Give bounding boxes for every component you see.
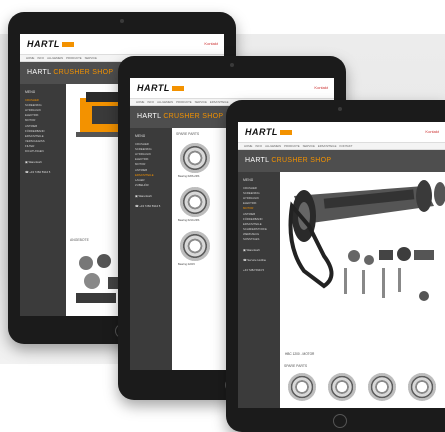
tablet-front: HARTL Kontakt Home Info Allgemein Produk…	[226, 100, 445, 432]
page-title: HARTL CRUSHER SHOP	[27, 69, 114, 76]
nav-item[interactable]: Info	[37, 56, 44, 60]
sidebar: Menü Crusher Screening Hydraulik Elektri…	[20, 84, 66, 316]
cart-box[interactable]: ▣ Warenkorb	[25, 160, 61, 164]
sidebar-item[interactable]: Zubehör	[130, 183, 172, 188]
screen-front: HARTL Kontakt Home Info Allgemein Produk…	[238, 122, 445, 408]
crusher-jaw	[92, 106, 120, 124]
logo[interactable]: HARTL	[27, 39, 74, 49]
header-link[interactable]: Kontakt	[204, 41, 218, 46]
nav-item[interactable]: Allgemein	[157, 100, 173, 104]
bearing-image	[288, 373, 316, 401]
sidebar-item[interactable]: Dichtungen	[20, 149, 66, 154]
sidebar-heading: Menü	[243, 178, 254, 182]
parts-grid	[280, 368, 444, 406]
nav-item[interactable]: Info	[255, 144, 262, 148]
cart-box[interactable]: ▣ Warenkorb	[135, 194, 167, 198]
sidebar-item[interactable]: Sonstiges	[238, 237, 280, 242]
bearing-image	[180, 187, 210, 217]
bearing-image	[180, 231, 210, 261]
nav-item[interactable]: Produkte	[284, 144, 300, 148]
page-title: HARTL CRUSHER SHOP	[245, 157, 332, 164]
nav-item[interactable]: Produkte	[176, 100, 192, 104]
product-card[interactable]: Bearing 6210-2RS	[176, 185, 220, 225]
nav-item[interactable]: Allgemein	[265, 144, 281, 148]
logo[interactable]: HARTL	[245, 127, 292, 137]
bearing-image	[180, 143, 210, 173]
hotline-box: ☎ Service Hotline	[243, 258, 267, 263]
sidebar-heading: Menü	[25, 90, 36, 94]
nav-item[interactable]: Service	[195, 100, 207, 104]
logo[interactable]: HARTL	[137, 83, 184, 93]
nav-item[interactable]: Ersatzteile	[318, 144, 337, 148]
nav-item[interactable]: Info	[147, 100, 154, 104]
nav-item[interactable]: Home	[244, 144, 252, 148]
main-content: HBC 1200 - Motor Spare Parts	[280, 172, 445, 408]
camera-icon	[338, 107, 342, 111]
home-button-icon[interactable]	[333, 414, 347, 428]
product-name: Bearing 22215	[178, 263, 195, 266]
cart-box[interactable]: ▣ Warenkorb	[243, 248, 275, 252]
sidebar: Menü Crusher Screening Hydraulik Elektri…	[130, 128, 172, 370]
exploded-motor-diagram[interactable]	[284, 176, 445, 326]
site-header: HARTL Kontakt	[238, 122, 445, 143]
sidebar-heading: Menü	[135, 134, 146, 138]
phone-icon: ☎	[25, 170, 29, 175]
header-link[interactable]: Kontakt	[314, 85, 328, 90]
product-card[interactable]	[284, 371, 320, 403]
page-title: HARTL CRUSHER SHOP	[137, 113, 224, 120]
page-title-bar: HARTL CRUSHER SHOP	[238, 150, 445, 172]
phone-icon: ☎	[135, 203, 139, 208]
bearing-image	[408, 373, 436, 401]
nav-item[interactable]: Kontakt	[340, 144, 353, 148]
site-header: HARTL Kontakt	[130, 78, 334, 99]
nav-item[interactable]: Home	[136, 100, 144, 104]
site-header: HARTL Kontakt	[20, 34, 224, 55]
product-name: Bearing 6210-2RS	[178, 219, 200, 222]
hotline-box: ☎ +43 7282 5944 5	[25, 170, 51, 175]
product-card[interactable]	[364, 371, 400, 403]
bearing-image	[328, 373, 356, 401]
sidebar: Menü Crusher Screening Hydraulik Elektri…	[238, 172, 280, 408]
motor-parts	[344, 247, 434, 301]
nav-item[interactable]: Ersatzteile	[210, 100, 229, 104]
product-card[interactable]: Bearing 6206-2RS	[176, 141, 220, 181]
nav-item[interactable]: Service	[303, 144, 315, 148]
main-nav: Home Info Allgemein Produkte Service Ers…	[238, 143, 445, 150]
camera-icon	[120, 19, 124, 23]
section-title: Angebote	[70, 238, 89, 242]
diagram-caption: HBC 1200 - Motor	[285, 352, 315, 356]
hotline-phone: +43 7282 5944 5	[243, 268, 265, 273]
nav-item[interactable]: Home	[26, 56, 34, 60]
product-card[interactable]	[404, 371, 440, 403]
product-card[interactable]	[324, 371, 360, 403]
bearing-image	[368, 373, 396, 401]
header-link[interactable]: Kontakt	[425, 129, 439, 134]
hotline-box: ☎ +43 7282 5944 5	[135, 203, 161, 208]
nav-item[interactable]: Allgemein	[47, 56, 63, 60]
camera-icon	[230, 63, 234, 67]
nav-item[interactable]: Service	[85, 56, 97, 60]
product-card[interactable]: Bearing 22215	[176, 229, 220, 269]
phone-icon: ☎	[243, 258, 247, 263]
nav-item[interactable]: Produkte	[66, 56, 82, 60]
shaft-assembly	[292, 180, 445, 242]
product-name: Bearing 6206-2RS	[178, 175, 200, 178]
